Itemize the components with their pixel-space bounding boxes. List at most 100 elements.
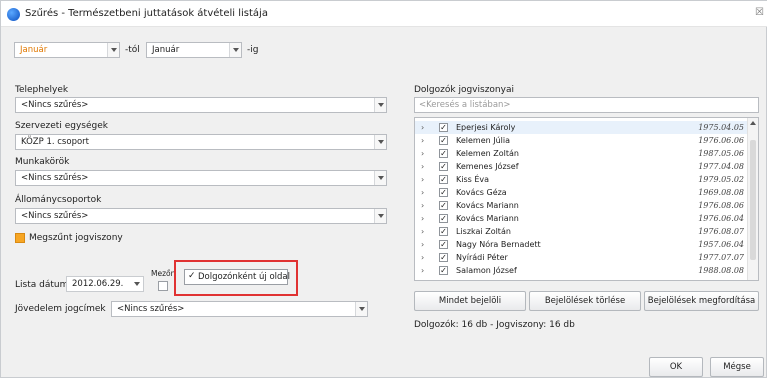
chevron-right-icon[interactable]: › [421,251,424,264]
chevron-down-icon[interactable] [131,277,143,291]
employee-checkbox[interactable]: ✓ [439,227,448,236]
employee-row[interactable]: › ✓ Liszkai Zoltán 1976.08.07 [415,225,748,238]
employee-checkbox[interactable]: ✓ [439,201,448,210]
employee-row[interactable]: › ✓ Kovács Géza 1969.08.08 [415,186,748,199]
chevron-right-icon[interactable]: › [421,173,424,186]
period-to-combo[interactable]: Január [146,42,242,58]
employee-row[interactable]: › ✓ Salamon József 1988.08.08 [415,264,748,277]
megszunt-label: Megszűnt jogviszony [29,233,123,243]
employee-date: 1976.08.07 [698,227,744,236]
chevron-down-icon[interactable] [229,43,241,57]
employee-date: 1988.08.08 [698,266,744,275]
employee-name: Kovács Géza [456,188,507,197]
list-scrollbar[interactable] [747,118,758,280]
employee-name: Eperjesi Károly [456,123,516,132]
chevron-down-icon[interactable] [374,209,386,223]
munkakorok-label: Munkakörök [15,157,70,167]
employee-name: Kelemen Júlia [456,136,511,145]
scroll-up-icon[interactable] [750,121,756,125]
employee-checkbox[interactable]: ✓ [439,149,448,158]
period-to-value: Január [152,45,180,55]
employee-date: 1976.06.06 [698,136,744,145]
clear-selection-button[interactable]: Bejelölések törlése [529,291,641,311]
employee-checkbox[interactable]: ✓ [439,266,448,275]
chevron-right-icon[interactable]: › [421,212,424,225]
employee-name: Salamon József [456,266,517,275]
employee-search-input[interactable]: <Keresés a listában> [414,97,759,113]
title-bar: Szűrés - Természetbeni juttatások átvéte… [1,1,767,27]
employee-checkbox[interactable]: ✓ [439,136,448,145]
employee-checkbox[interactable]: ✓ [439,175,448,184]
employee-row[interactable]: › ✓ Kelemen Júlia 1976.06.06 [415,134,748,147]
window-title: Szűrés - Természetbeni juttatások átvéte… [25,8,268,19]
megszunt-checkbox[interactable] [15,233,25,243]
period-to-suffix: -ig [247,45,259,55]
chevron-right-icon[interactable]: › [421,121,424,134]
employee-date: 1977.04.08 [698,162,744,171]
period-from-suffix: -tól [125,45,140,55]
employee-row[interactable]: › ✓ Kelemen Zoltán 1987.05.06 [415,147,748,160]
chevron-right-icon[interactable]: › [421,225,424,238]
employee-row[interactable]: › ✓ Nagy Nóra Bernadett 1957.06.04 [415,238,748,251]
munkakorok-combo[interactable]: <Nincs szűrés> [15,170,387,186]
search-placeholder: <Keresés a listában> [419,100,511,110]
chevron-down-icon[interactable] [355,302,367,316]
select-all-button[interactable]: Mindet bejelöli [414,291,526,311]
chevron-right-icon[interactable]: › [421,199,424,212]
chevron-down-icon[interactable] [374,135,386,149]
employee-name: Nagy Nóra Bernadett [456,240,541,249]
allomany-combo[interactable]: <Nincs szűrés> [15,208,387,224]
close-icon[interactable]: ☒ [755,7,764,18]
dolgozok-section-label: Dolgozók jogviszonyai [414,85,514,95]
invert-selection-button[interactable]: Bejelölések megfordítása [644,291,759,311]
chevron-right-icon[interactable]: › [421,134,424,147]
dolgozonkent-toggle[interactable]: ✓ Dolgozónként új oldal [184,269,290,285]
period-from-value: Január [20,45,48,55]
lista-datum-picker[interactable]: 2012.06.29. [66,276,144,292]
employee-checkbox[interactable]: ✓ [439,188,448,197]
jovedelem-label: Jövedelem jogcímek [15,304,106,314]
chevron-right-icon[interactable]: › [421,264,424,277]
telephelyek-combo[interactable]: <Nincs szűrés> [15,97,387,113]
chevron-right-icon[interactable]: › [421,147,424,160]
filter-dialog: Szűrés - Természetbeni juttatások átvéte… [0,0,767,378]
period-from-combo[interactable]: Január [14,42,120,58]
munkakorok-value: <Nincs szűrés> [21,173,89,183]
employee-row[interactable]: › ✓ Nyírádi Péter 1977.07.07 [415,251,748,264]
chevron-down-icon[interactable] [374,171,386,185]
chevron-down-icon[interactable] [107,43,119,57]
employee-name: Kiss Éva [456,175,490,184]
app-icon [7,8,20,21]
employee-date: 1975.04.05 [698,123,744,132]
employee-row[interactable]: › ✓ Kovács Mariann 1976.08.06 [415,199,748,212]
chevron-right-icon[interactable]: › [421,186,424,199]
mezon-label: Mezőn [151,269,176,278]
telephelyek-label: Telephelyek [15,85,69,95]
ok-button[interactable]: OK [649,357,703,377]
checkmark-icon: ✓ [188,271,196,281]
szervezeti-label: Szervezeti egységek [15,121,108,131]
employee-checkbox[interactable]: ✓ [439,240,448,249]
employee-date: 1979.05.02 [698,175,744,184]
cancel-button[interactable]: Mégse [710,357,764,377]
chevron-right-icon[interactable]: › [421,238,424,251]
scroll-thumb[interactable] [750,140,756,260]
chevron-down-icon[interactable] [374,98,386,112]
employee-list[interactable]: › ✓ Eperjesi Károly 1975.04.05 › ✓ Kelemen Júl… [414,117,759,281]
chevron-right-icon[interactable]: › [421,160,424,173]
employee-date: 1976.06.04 [698,214,744,223]
employee-name: Kovács Mariann [456,201,519,210]
employee-checkbox[interactable]: ✓ [439,214,448,223]
employee-name: Kelemen Zoltán [456,149,519,158]
employee-checkbox[interactable]: ✓ [439,162,448,171]
jovedelem-combo[interactable]: <Nincs szűrés> [111,301,368,317]
employee-row[interactable]: › ✓ Kovács Mariann 1976.06.04 [415,212,748,225]
employee-checkbox[interactable]: ✓ [439,123,448,132]
mezon-checkbox[interactable] [158,281,168,291]
employee-row[interactable]: › ✓ Kemenes József 1977.04.08 [415,160,748,173]
employee-checkbox[interactable]: ✓ [439,253,448,262]
jovedelem-value: <Nincs szűrés> [117,304,185,314]
employee-row[interactable]: › ✓ Eperjesi Károly 1975.04.05 [415,121,748,134]
employee-row[interactable]: › ✓ Kiss Éva 1979.05.02 [415,173,748,186]
szervezeti-combo[interactable]: KÖZP 1. csoport [15,134,387,150]
